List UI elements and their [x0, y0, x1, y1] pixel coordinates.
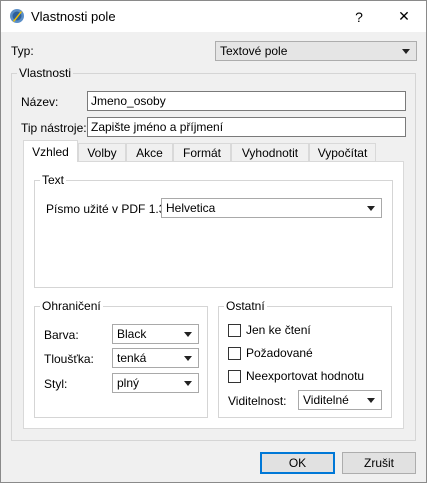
window-title: Vlastnosti pole: [31, 9, 116, 24]
tab-vzhled[interactable]: Vzhled: [23, 140, 78, 162]
visibility-select-value: Viditelné: [303, 393, 349, 407]
tooltip-label: Tip nástroje:: [21, 121, 87, 135]
required-checkbox[interactable]: [228, 347, 241, 360]
tab-volby[interactable]: Volby: [78, 143, 126, 162]
chevron-down-icon: [367, 398, 375, 403]
thickness-label: Tloušťka:: [44, 352, 94, 366]
app-icon: [9, 8, 25, 24]
dialog-window: Vlastnosti pole ? ✕ Typ: Textové pole Vl…: [0, 0, 427, 483]
help-button[interactable]: ?: [339, 1, 379, 32]
style-label: Styl:: [44, 377, 68, 391]
font-select-value: Helvetica: [166, 201, 216, 215]
chevron-down-icon: [402, 49, 410, 54]
help-icon: ?: [355, 8, 363, 25]
cancel-button[interactable]: Zrušit: [342, 452, 416, 474]
type-label: Typ:: [11, 44, 34, 58]
font-label: Písmo užité v PDF 1.3:: [46, 202, 169, 216]
no-export-checkbox[interactable]: [228, 370, 241, 383]
tab-panel-vzhled: Text Písmo užité v PDF 1.3: Helvetica Oh…: [23, 161, 404, 429]
tab-vyhodnotit[interactable]: Vyhodnotit: [231, 143, 309, 162]
tooltip-field[interactable]: Zapište jméno a příjmení: [87, 117, 406, 137]
read-only-checkbox[interactable]: [228, 324, 241, 337]
type-select[interactable]: Textové pole: [215, 41, 417, 61]
color-select-value: Black: [117, 327, 147, 341]
tab-format[interactable]: Formát: [173, 143, 231, 162]
name-field[interactable]: Jmeno_osoby: [87, 91, 406, 111]
font-select[interactable]: Helvetica: [161, 198, 382, 218]
required-label: Požadované: [246, 346, 313, 360]
chevron-down-icon: [184, 356, 192, 361]
chevron-down-icon: [184, 381, 192, 386]
border-group-title: Ohraničení: [40, 299, 103, 313]
no-export-label: Neexportovat hodnotu: [246, 369, 365, 383]
type-select-value: Textové pole: [220, 44, 288, 58]
tab-akce[interactable]: Akce: [126, 143, 173, 162]
visibility-select[interactable]: Viditelné: [298, 390, 382, 410]
color-label: Barva:: [44, 328, 79, 342]
tab-vypocitat[interactable]: Vypočítat: [309, 143, 376, 162]
style-select[interactable]: plný: [112, 373, 199, 393]
read-only-label: Jen ke čtení: [246, 323, 311, 337]
chevron-down-icon: [367, 206, 375, 211]
close-icon: ✕: [398, 8, 410, 24]
text-group: [34, 180, 393, 288]
close-button[interactable]: ✕: [384, 1, 424, 32]
other-group-title: Ostatní: [224, 299, 267, 313]
text-group-title: Text: [40, 173, 67, 187]
thickness-select-value: tenká: [117, 351, 147, 365]
thickness-select[interactable]: tenká: [112, 348, 199, 368]
properties-group-title: Vlastnosti: [17, 66, 74, 80]
ok-button[interactable]: OK: [260, 452, 335, 474]
color-select[interactable]: Black: [112, 324, 199, 344]
chevron-down-icon: [184, 332, 192, 337]
style-select-value: plný: [117, 376, 140, 390]
visibility-label: Viditelnost:: [228, 394, 287, 408]
name-label: Název:: [21, 95, 59, 109]
title-bar: Vlastnosti pole ? ✕: [1, 1, 426, 32]
